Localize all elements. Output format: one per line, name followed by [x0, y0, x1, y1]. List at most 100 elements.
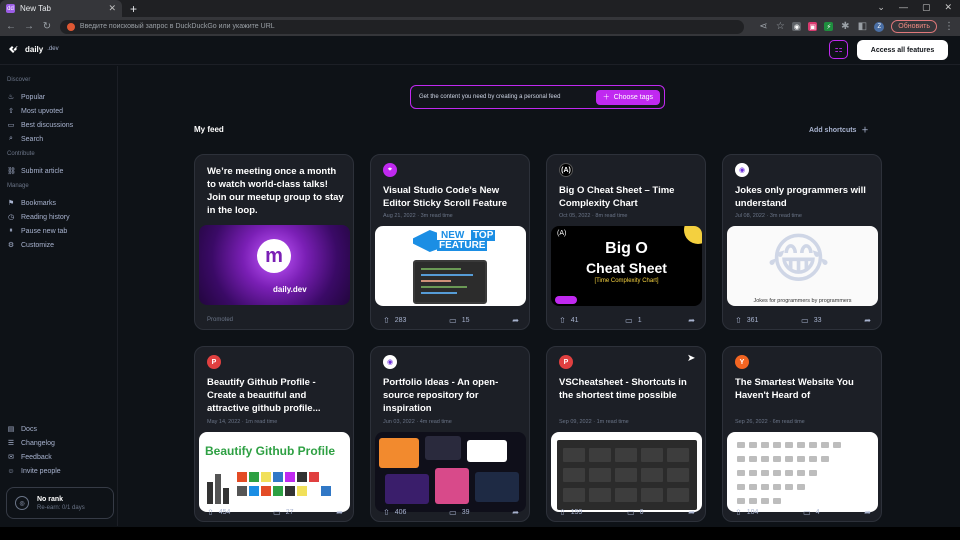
- upvote-count: 406: [394, 509, 407, 516]
- sidebar-item-best-discussions[interactable]: ▭ Best discussions: [7, 120, 73, 130]
- sidebar-item-changelog[interactable]: ☰ Changelog: [7, 438, 55, 448]
- chevron-down-icon[interactable]: ⌄: [877, 2, 885, 13]
- comment-count: 1: [637, 317, 642, 324]
- upvote-button[interactable]: ⇧ 41: [559, 316, 579, 325]
- post-card[interactable]: ⌖ Visual Studio Code's New Editor Sticky…: [370, 154, 530, 330]
- card-actions: ⇧ 283 ▭ 15 ➦: [383, 316, 519, 325]
- post-card[interactable]: (A) Big O Cheat Sheet – Time Complexity …: [546, 154, 706, 330]
- comment-icon: ▭: [273, 508, 281, 517]
- post-card[interactable]: ◉ Jokes only programmers will understand…: [722, 154, 882, 330]
- share-button[interactable]: ➦: [864, 508, 871, 517]
- comment-button[interactable]: ▭ 39: [449, 508, 469, 517]
- feed-settings-button[interactable]: ⚏: [829, 40, 848, 59]
- grid-icon: ⚏: [834, 44, 843, 54]
- card-title: Visual Studio Code's New Editor Sticky S…: [383, 185, 508, 209]
- browser-tab[interactable]: dd New Tab ✕: [0, 0, 122, 17]
- source-avatar[interactable]: Y: [735, 355, 749, 369]
- profile-avatar[interactable]: Z: [874, 21, 885, 32]
- sidebar-item-reading-history[interactable]: ◷ Reading history: [7, 212, 70, 222]
- sidebar-item-invite-people[interactable]: ☺ Invite people: [7, 466, 60, 476]
- maximize-icon[interactable]: ▢: [922, 2, 931, 13]
- share-button[interactable]: ➦: [512, 316, 519, 325]
- address-bar[interactable]: Введите поисковый запрос в DuckDuckGo ил…: [59, 19, 745, 34]
- share-button[interactable]: ➦: [688, 508, 695, 517]
- add-shortcuts-button[interactable]: Add shortcuts ＋: [809, 125, 868, 135]
- sidebar-item-pause-new-tab[interactable]: ⏸ Pause new tab: [7, 226, 67, 236]
- comment-button[interactable]: ▭ 33: [801, 316, 821, 325]
- image-caption: Jokes for programmers by programmers: [753, 298, 852, 304]
- upvote-button[interactable]: ⇧ 283: [383, 316, 406, 325]
- update-button[interactable]: Обновить: [891, 20, 937, 33]
- share-button[interactable]: ➦: [512, 508, 519, 517]
- source-avatar[interactable]: ◉: [383, 355, 397, 369]
- puzzle-icon[interactable]: ✱: [840, 21, 850, 32]
- post-card[interactable]: P Beautify Github Profile - Create a bea…: [194, 346, 354, 522]
- upvote-button[interactable]: ⇧ 159: [559, 508, 582, 517]
- sidebar-item-docs[interactable]: ▤ Docs: [7, 424, 37, 434]
- badge: [555, 296, 577, 304]
- access-all-features-button[interactable]: Access all features: [857, 40, 948, 60]
- post-card[interactable]: ◉ Portfolio Ideas - An open-source repos…: [370, 346, 530, 522]
- sidebar-item-search[interactable]: ⌕ Search: [7, 134, 43, 144]
- comment-button[interactable]: ▭ 4: [803, 508, 819, 517]
- feedback-icon: ✉: [8, 454, 14, 461]
- card-actions: ⇧ 406 ▭ 39 ➦: [383, 508, 519, 517]
- reload-icon[interactable]: ↻: [42, 21, 52, 32]
- choose-tags-button[interactable]: ＋ Choose tags: [595, 89, 660, 105]
- close-window-icon[interactable]: ✕: [944, 2, 952, 13]
- extension-icon[interactable]: ⚡: [824, 22, 834, 31]
- card-image: [727, 432, 878, 512]
- upvote-button[interactable]: ⇧ 406: [383, 508, 406, 517]
- share-button[interactable]: ➦: [688, 316, 695, 325]
- post-card[interactable]: We’re meeting once a month to watch worl…: [194, 154, 354, 330]
- sidebar-item-submit-article[interactable]: ⛓ Submit article: [7, 166, 63, 176]
- upvote-button[interactable]: ⇧ 104: [735, 508, 758, 517]
- vscode-logo-icon: [413, 230, 437, 252]
- comment-count: 27: [285, 509, 294, 516]
- upvote-button[interactable]: ⇧ 454: [207, 508, 230, 517]
- settings-icon: ⚙: [7, 242, 15, 249]
- sidebar-item-customize[interactable]: ⚙ Customize: [7, 240, 54, 250]
- link-icon: ⛓: [7, 168, 16, 175]
- menu-icon[interactable]: ⋮: [944, 21, 954, 32]
- sidebar-item-bookmarks[interactable]: ⚑ Bookmarks: [7, 198, 56, 208]
- source-avatar[interactable]: P: [559, 355, 573, 369]
- source-avatar[interactable]: ◉: [735, 163, 749, 177]
- new-tab-button[interactable]: +: [130, 2, 137, 16]
- sidebar-section-contribute: Contribute: [7, 151, 35, 157]
- post-card[interactable]: P VSCheatsheet - Shortcuts in the shorte…: [546, 346, 706, 522]
- card-image: 😂 Jokes for programmers by programmers: [727, 226, 878, 306]
- upvote-button[interactable]: ⇧ 361: [735, 316, 758, 325]
- extension-icon[interactable]: ◉: [792, 22, 802, 31]
- share-button[interactable]: ➦: [864, 316, 871, 325]
- sidebar-item-label: Feedback: [21, 453, 52, 461]
- card-meta: Jun 03, 2022 · 4m read time: [383, 419, 452, 425]
- rank-widget[interactable]: ◎ No rank Re-earn: 0/1 days: [6, 487, 114, 519]
- close-icon[interactable]: ✕: [108, 3, 116, 14]
- comment-button[interactable]: ▭ 15: [449, 316, 469, 325]
- back-icon[interactable]: ←: [6, 21, 16, 32]
- extension-icon[interactable]: ▣: [808, 22, 818, 31]
- share-button[interactable]: ➦: [336, 508, 343, 517]
- sidebar-item-feedback[interactable]: ✉ Feedback: [7, 452, 52, 462]
- app-header: daily .dev ⚏ Access all features: [0, 36, 960, 65]
- sidebar-item-label: Search: [21, 135, 44, 143]
- forward-icon[interactable]: →: [24, 21, 34, 32]
- source-avatar[interactable]: ⌖: [383, 163, 397, 177]
- comment-button[interactable]: ▭ 27: [273, 508, 293, 517]
- share-icon[interactable]: ⋖: [758, 21, 768, 32]
- source-avatar[interactable]: (A): [559, 163, 573, 177]
- logo-subtext: .dev: [47, 46, 59, 52]
- sidebar-item-popular[interactable]: ♨ Popular: [7, 92, 45, 102]
- source-avatar[interactable]: P: [207, 355, 221, 369]
- sidebar-item-most-upvoted[interactable]: ⇧ Most upvoted: [7, 106, 63, 116]
- minimize-icon[interactable]: —: [899, 2, 908, 13]
- comment-button[interactable]: ▭ 1: [625, 316, 641, 325]
- post-card[interactable]: Y The Smartest Website You Haven't Heard…: [722, 346, 882, 522]
- comment-button[interactable]: ▭ 6: [627, 508, 643, 517]
- logo[interactable]: daily .dev: [8, 44, 59, 54]
- upvote-count: 454: [218, 509, 231, 516]
- fire-icon: ♨: [7, 94, 15, 101]
- sidepanel-icon[interactable]: ◧: [857, 21, 867, 32]
- star-icon[interactable]: ☆: [775, 21, 785, 32]
